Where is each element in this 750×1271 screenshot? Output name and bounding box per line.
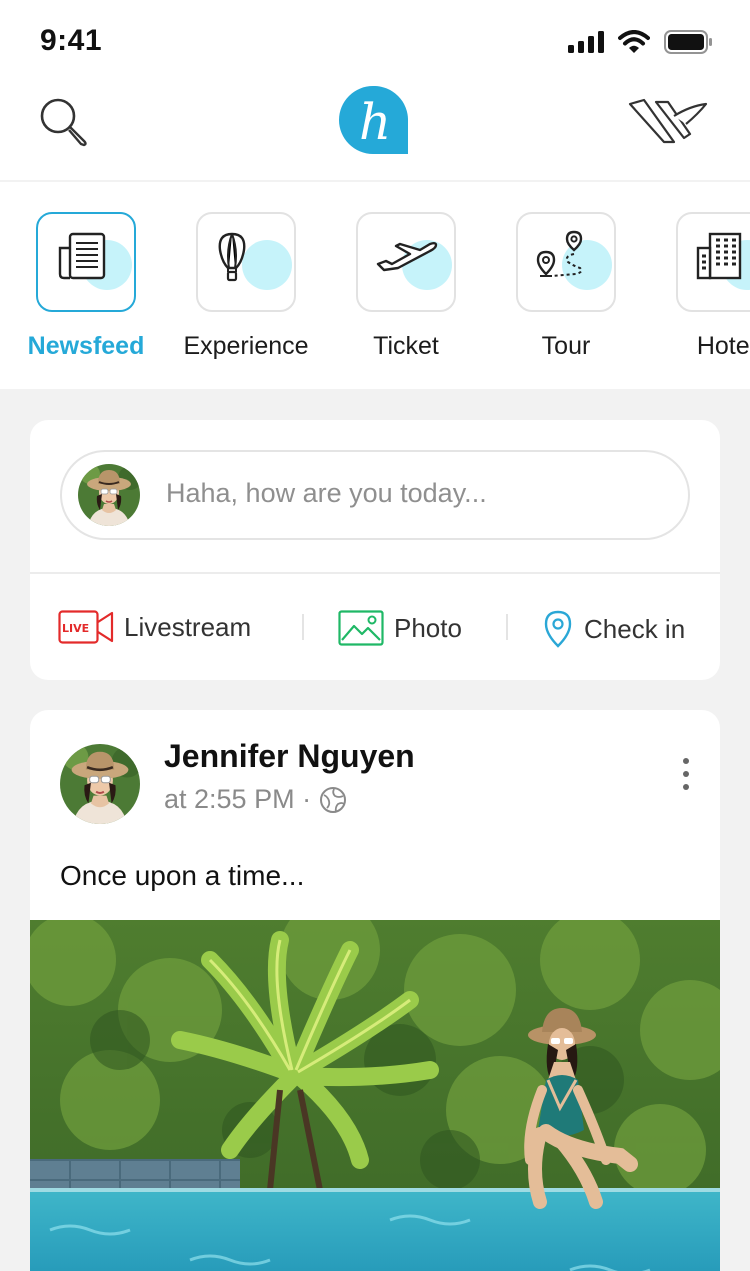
status-time: 9:41 bbox=[40, 24, 103, 57]
status-input-placeholder: Haha, how are you today... bbox=[166, 478, 487, 508]
check-in-button[interactable]: Check in bbox=[542, 610, 685, 648]
category-icon-box bbox=[196, 212, 296, 312]
check-in-label: Check in bbox=[584, 613, 686, 644]
post-more-button[interactable] bbox=[678, 758, 694, 796]
hotel-building-icon bbox=[696, 232, 742, 280]
category-label: Ticket bbox=[373, 332, 439, 360]
app-logo[interactable]: h bbox=[338, 85, 409, 154]
post-composer: Haha, how are you today... LIVE Livestre… bbox=[30, 420, 720, 680]
search-icon[interactable] bbox=[38, 96, 90, 148]
category-label: Hotel bbox=[696, 332, 750, 360]
post-time: at 2:55 PM · bbox=[164, 784, 312, 814]
globe-icon bbox=[320, 786, 347, 813]
status-input[interactable]: Haha, how are you today... bbox=[60, 450, 690, 540]
feed-post: Jennifer Nguyen at 2:55 PM · Once upon a… bbox=[30, 710, 720, 1271]
livestream-label: Livestream bbox=[124, 611, 252, 642]
post-text: Once upon a time... bbox=[60, 860, 305, 891]
author-avatar[interactable] bbox=[60, 744, 140, 824]
logo-letter: h bbox=[359, 93, 391, 151]
livestream-button[interactable]: LIVE Livestream bbox=[58, 610, 251, 644]
separator bbox=[302, 614, 304, 640]
battery-icon bbox=[664, 30, 712, 54]
hot-air-balloon-icon bbox=[218, 232, 246, 282]
category-icon-box bbox=[356, 212, 456, 312]
category-icon-box bbox=[36, 212, 136, 312]
live-camera-icon: LIVE bbox=[58, 610, 114, 644]
category-newsfeed[interactable]: Newsfeed bbox=[6, 212, 166, 361]
post-photo[interactable] bbox=[30, 920, 720, 1271]
top-bar: 9:41 h bbox=[0, 0, 750, 180]
route-map-icon bbox=[536, 230, 583, 277]
category-icon-box bbox=[676, 212, 750, 312]
category-ticket[interactable]: Ticket bbox=[326, 212, 486, 361]
live-badge: LIVE bbox=[62, 622, 89, 635]
category-hotel[interactable]: Hotel bbox=[646, 212, 750, 361]
category-bar: Newsfeed Experience Ticket Tour Hotel bbox=[0, 182, 750, 389]
post-meta: at 2:55 PM · bbox=[164, 784, 347, 815]
category-label: Newsfeed bbox=[27, 332, 145, 360]
photo-icon bbox=[338, 610, 384, 646]
signal-icon bbox=[568, 31, 604, 53]
separator bbox=[506, 614, 508, 640]
photo-label: Photo bbox=[394, 612, 462, 643]
category-tour[interactable]: Tour bbox=[486, 212, 646, 361]
location-pin-icon bbox=[544, 610, 572, 648]
category-label: Experience bbox=[183, 332, 309, 360]
status-icons bbox=[568, 30, 712, 54]
logo-icon: h bbox=[339, 85, 409, 154]
plane-logo-icon[interactable] bbox=[626, 94, 710, 146]
category-icon-box bbox=[516, 212, 616, 312]
wifi-icon bbox=[618, 30, 650, 53]
newspaper-icon bbox=[58, 232, 106, 280]
composer-actions: LIVE Livestream Photo Check in bbox=[30, 574, 720, 680]
avatar bbox=[78, 464, 140, 526]
post-author[interactable]: Jennifer Nguyen bbox=[164, 738, 415, 775]
category-label: Tour bbox=[541, 332, 591, 360]
airplane-icon bbox=[376, 242, 438, 272]
category-experience[interactable]: Experience bbox=[166, 212, 326, 361]
photo-button[interactable]: Photo bbox=[338, 610, 462, 646]
